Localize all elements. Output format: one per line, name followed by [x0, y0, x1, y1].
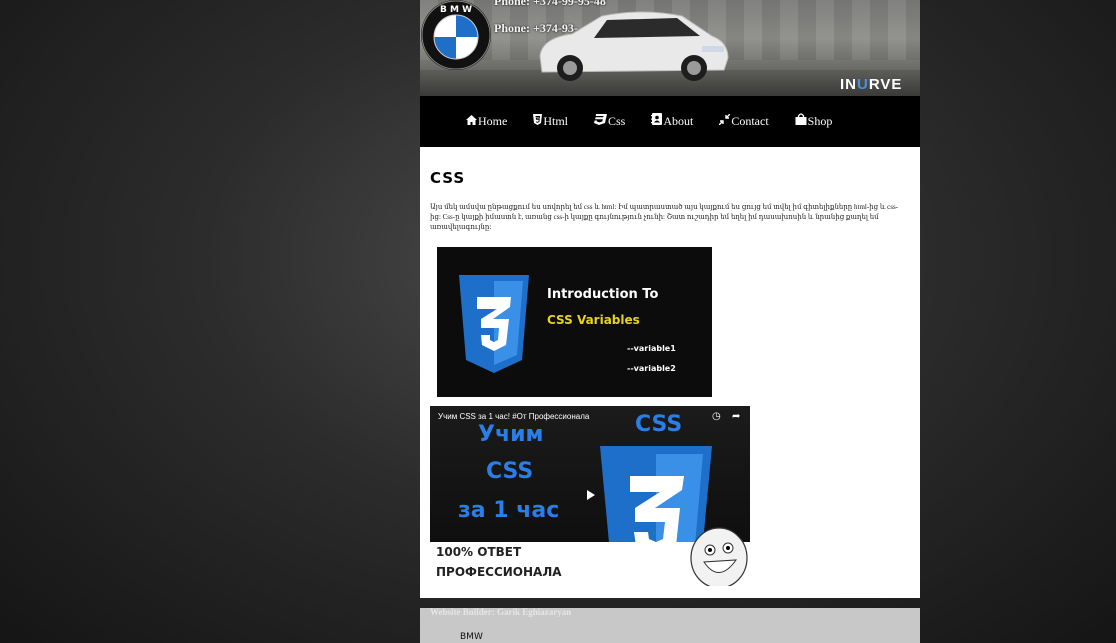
nav-label: Css	[608, 113, 626, 128]
meme-face-icon	[690, 527, 748, 586]
nav-item-css[interactable]: Css	[594, 113, 625, 129]
css-variables-image: Introduction To CSS Variables --variable…	[437, 247, 712, 397]
video-thumbnail-text: Учим	[478, 422, 544, 447]
nav-label: Html	[543, 113, 568, 128]
shopping-bag-icon	[795, 113, 807, 129]
video-band-text: 100% ОТВЕТ	[436, 545, 522, 559]
video-thumbnail-text: CSS	[486, 459, 534, 484]
image-variable-label: --variable2	[627, 364, 676, 373]
nav-label: Contact	[731, 113, 769, 128]
footer-brand: BMW	[460, 632, 483, 642]
builder-credit: Website Builder: Garik Eghiazaryan	[430, 607, 572, 617]
bmw-logo[interactable]: B M W	[420, 0, 494, 70]
compress-icon	[718, 113, 731, 129]
car-image	[539, 11, 729, 81]
nav-label: Home	[478, 113, 508, 128]
nav-item-html[interactable]: Html	[533, 113, 568, 129]
page: B M W Phone: +374-99-95-48 Phone: +374-9…	[420, 0, 920, 643]
watch-later-icon[interactable]: ◷	[712, 411, 721, 422]
address-book-icon	[651, 113, 663, 129]
nav-item-about[interactable]: About	[651, 113, 693, 129]
share-icon[interactable]: ➦	[732, 411, 740, 422]
html5-icon	[533, 113, 543, 129]
image-variable-label: --variable1	[627, 344, 676, 353]
header-banner: B M W Phone: +374-99-95-48 Phone: +374-9…	[420, 0, 920, 96]
css3-shield-icon	[459, 275, 529, 373]
brand-part: U	[857, 76, 869, 93]
video-title[interactable]: Учим CSS за 1 час! #От Профессионала	[438, 412, 589, 421]
inurve-brand: INURVE	[840, 76, 902, 93]
phone-number: Phone: +374-99-95-48	[494, 0, 606, 8]
phone-number: Phone: +374-93-	[494, 21, 578, 35]
main-navigation: Home Html Css About Contact Shop	[420, 96, 920, 147]
nav-item-contact[interactable]: Contact	[718, 113, 769, 129]
nav-label: About	[663, 113, 694, 128]
image-headline: Introduction To	[547, 287, 659, 302]
home-icon	[466, 114, 477, 129]
page-title: CSS	[430, 169, 466, 187]
image-subheadline: CSS Variables	[547, 313, 640, 327]
main-content: CSS Այս մեկ ամսվա ընթացքում ես սովորել ե…	[420, 147, 920, 598]
play-button[interactable]	[577, 484, 603, 506]
video-thumbnail-text: за 1 час	[458, 498, 560, 523]
nav-item-home[interactable]: Home	[466, 113, 507, 129]
svg-text:B M W: B M W	[440, 5, 472, 15]
video-css-label: CSS	[635, 412, 683, 437]
brand-part: IN	[840, 76, 857, 93]
css3-icon	[594, 113, 607, 129]
youtube-video-embed[interactable]: Учим CSS за 1 час! #От Профессионала Учи…	[430, 406, 750, 586]
brand-part: RVE	[868, 76, 903, 93]
intro-paragraph: Այս մեկ ամսվա ընթացքում ես սովորել եմ cs…	[430, 203, 899, 231]
nav-item-shop[interactable]: Shop	[795, 113, 833, 129]
nav-label: Shop	[807, 113, 833, 128]
video-band-text: ПРОФЕССИОНАЛА	[436, 565, 562, 579]
